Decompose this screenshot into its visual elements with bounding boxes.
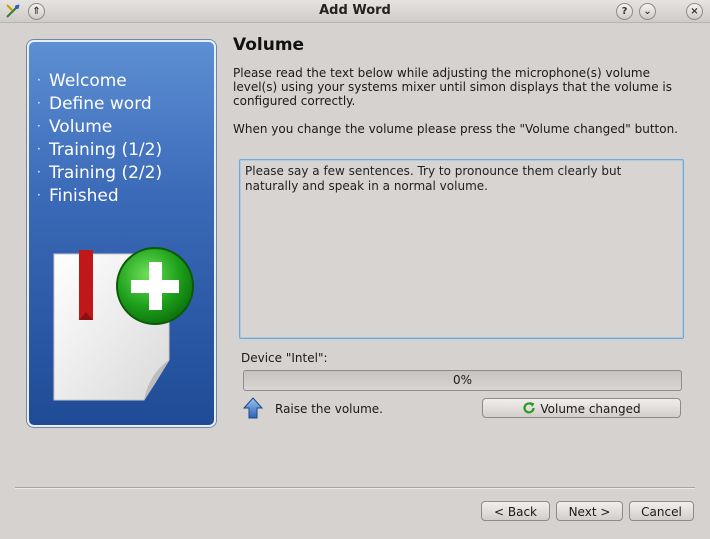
window-title: Add Word	[319, 3, 391, 18]
title-bar: ⇑ Add Word ? ⌄ ×	[0, 0, 710, 23]
step-volume: · Volume	[37, 117, 113, 137]
next-label: Next	[568, 505, 597, 519]
next-button[interactable]: Next >	[556, 501, 623, 521]
volume-progress-bar: 0%	[243, 370, 682, 391]
progress-text: 0%	[452, 373, 473, 387]
close-icon[interactable]: ×	[686, 3, 703, 20]
back-button[interactable]: < Back	[481, 501, 550, 521]
add-document-icon	[53, 247, 194, 401]
back-label: Back	[507, 505, 537, 519]
help-icon[interactable]: ?	[616, 3, 633, 20]
volume-hint: Raise the volume.	[275, 402, 383, 416]
step-training-2: · Training (2/2)	[37, 163, 163, 183]
intro-text: Please read the text below while adjusti…	[233, 66, 672, 108]
arrow-up-icon	[243, 397, 263, 419]
volume-changed-button[interactable]: Volume changed	[482, 398, 681, 418]
sample-text-box[interactable]: Please say a few sentences. Try to prono…	[239, 159, 684, 339]
step-define-word: · Define word	[37, 94, 152, 114]
device-label: Device "Intel":	[241, 351, 328, 365]
footer-separator	[15, 487, 695, 489]
step-welcome: · Welcome	[37, 71, 127, 91]
cancel-button[interactable]: Cancel	[629, 501, 694, 521]
wizard-side-panel: · Welcome · Define word · Volume · Training …	[27, 40, 216, 427]
instruction-text: When you change the volume please press …	[233, 122, 678, 136]
step-finished: · Finished	[37, 186, 119, 206]
refresh-icon	[523, 402, 535, 414]
volume-changed-label: Volume changed	[540, 402, 641, 416]
cancel-label: Cancel	[641, 505, 682, 519]
sample-text: Please say a few sentences. Try to prono…	[245, 164, 622, 193]
page-title: Volume	[233, 35, 305, 55]
step-training-1: · Training (1/2)	[37, 140, 163, 160]
wizard-steps-list: · Welcome · Define word · Volume · Training …	[37, 69, 162, 207]
minimize-icon[interactable]: ⌄	[639, 3, 656, 20]
